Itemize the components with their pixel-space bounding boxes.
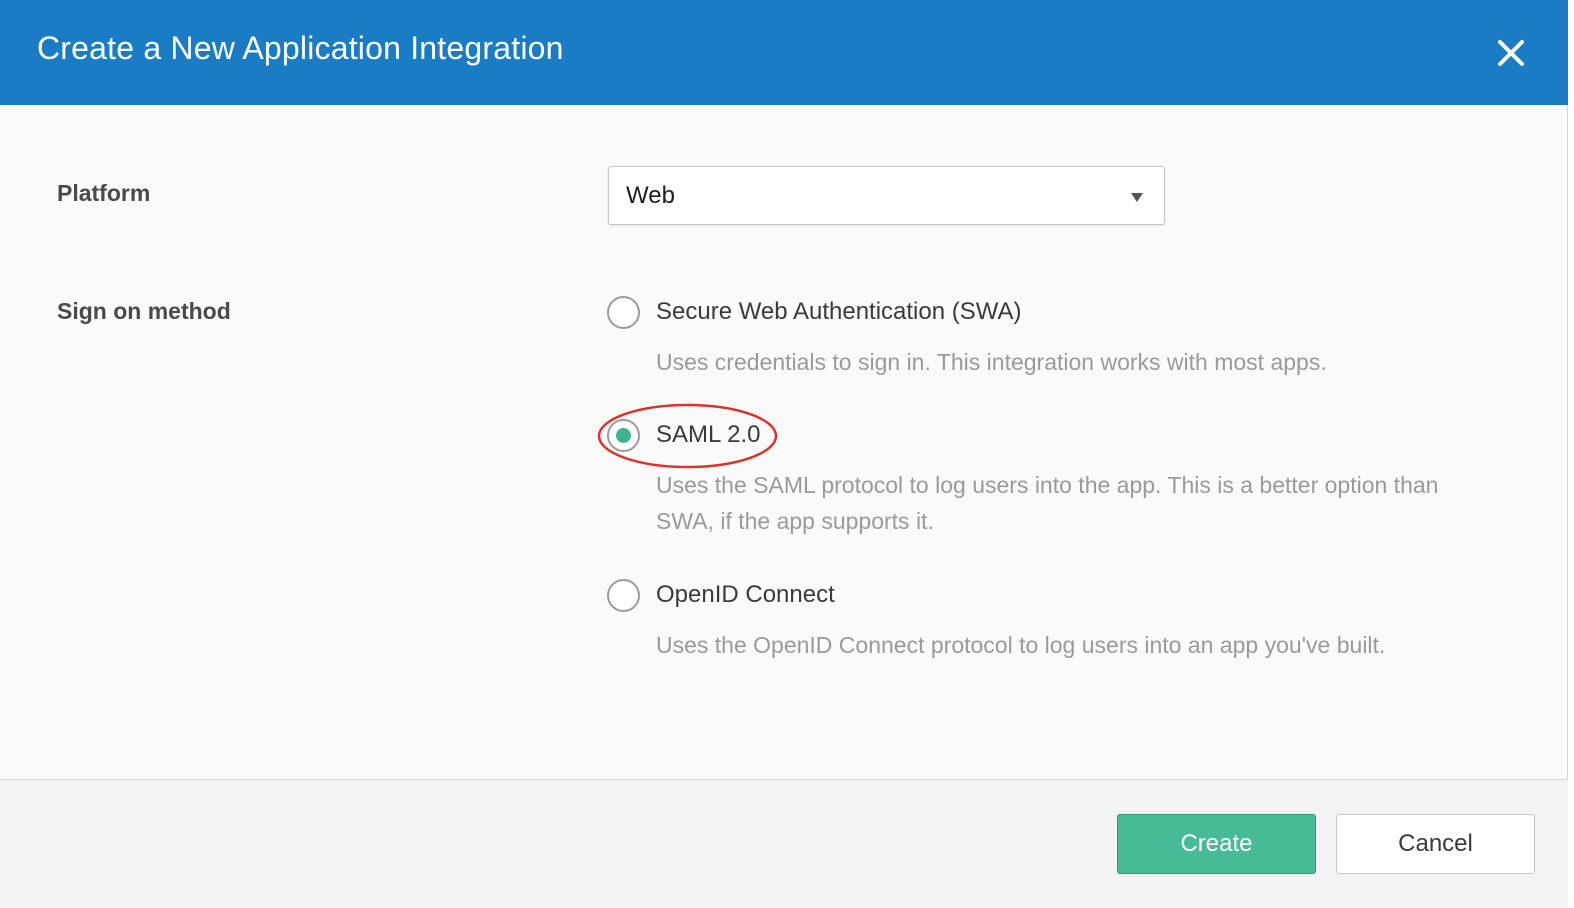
dialog-title: Create a New Application Integration [37, 30, 564, 66]
option-label-swa[interactable]: Secure Web Authentication (SWA) [656, 298, 1022, 326]
cancel-button[interactable]: Cancel [1336, 814, 1535, 874]
platform-label: Platform [57, 180, 151, 206]
close-button[interactable] [1490, 32, 1532, 74]
platform-select-value: Web [626, 182, 675, 209]
option-description-openid-connect: Uses the OpenID Connect protocol to log … [656, 632, 1386, 658]
option-description-swa: Uses credentials to sign in. This integr… [656, 349, 1327, 375]
dialog-footer: Create Cancel [0, 779, 1568, 908]
platform-select[interactable]: Web [608, 166, 1165, 225]
create-button[interactable]: Create [1117, 814, 1316, 874]
radio-swa[interactable] [607, 296, 640, 329]
option-description-saml: Uses the SAML protocol to log users into… [656, 472, 1439, 534]
option-label-saml[interactable]: SAML 2.0 [656, 421, 761, 449]
sign-on-method-label: Sign on method [57, 298, 231, 324]
dialog-header: Create a New Application Integration [0, 0, 1568, 105]
option-label-openid-connect[interactable]: OpenID Connect [656, 581, 835, 609]
radio-saml[interactable] [607, 419, 640, 452]
radio-openid-connect[interactable] [607, 579, 640, 612]
create-app-integration-dialog: Create a New Application Integration Pla… [0, 0, 1568, 908]
close-icon [1498, 40, 1524, 66]
dropdown-arrow-icon [1130, 190, 1144, 204]
